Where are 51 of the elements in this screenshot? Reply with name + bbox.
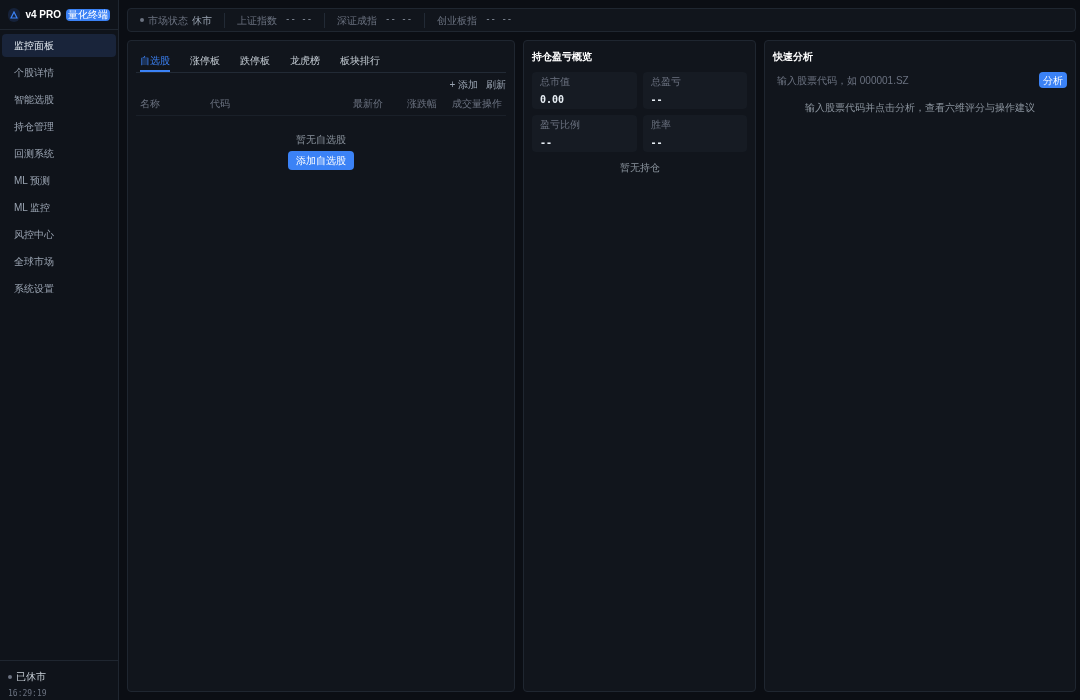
column-header: 代码 — [210, 97, 232, 111]
stat-value: -- — [540, 136, 554, 150]
panel-title: 持仓盈亏概览 — [532, 50, 593, 64]
market-status-label: 市场状态 — [148, 13, 188, 28]
sidebar-item[interactable]: 个股详情 — [2, 61, 116, 84]
column-header: 涨跌幅 — [406, 97, 438, 111]
empty-message: 暂无自选股 — [296, 133, 346, 147]
stat-value: -- — [650, 93, 664, 107]
column-header: 最新价 — [352, 97, 384, 111]
sidebar-item[interactable]: 全球市场 — [2, 250, 116, 273]
add-watchlist-button[interactable]: 添加自选股 — [288, 151, 354, 170]
brand-badge: 量化终端 — [66, 8, 110, 21]
tab[interactable]: 龙虎榜 — [290, 53, 320, 72]
sidebar-item[interactable]: 持仓管理 — [2, 115, 116, 138]
clock-time: 16:29:19 — [8, 688, 48, 700]
index-value: -- -- — [485, 13, 513, 27]
index-label: 上证指数 — [237, 13, 277, 28]
panel-title: 快速分析 — [773, 50, 814, 64]
tab[interactable]: 跌停板 — [240, 53, 270, 72]
brand-name: v4 PRO — [25, 8, 61, 22]
empty-message: 暂无持仓 — [618, 161, 661, 175]
stat-label: 总盈亏 — [650, 76, 682, 88]
stat-label: 胜率 — [650, 119, 672, 131]
stock-code-field[interactable]: 输入股票代码，如 000001.SZ — [773, 72, 1031, 88]
market-closed-label: 已休市 — [16, 670, 46, 684]
tab[interactable]: 自选股 — [140, 53, 170, 72]
sidebar-item[interactable]: 监控面板 — [2, 34, 116, 57]
stat-label: 盈亏比例 — [540, 119, 581, 131]
sidebar-item[interactable]: 风控中心 — [2, 223, 116, 246]
sidebar-item[interactable]: 回测系统 — [2, 142, 116, 165]
column-header: 成交量操作 — [451, 97, 502, 111]
analyze-button[interactable]: 分析 — [1039, 72, 1067, 88]
sidebar-item[interactable]: 智能选股 — [2, 88, 116, 111]
tab[interactable]: 涨停板 — [190, 53, 220, 72]
action-link[interactable]: + 添加 — [449, 77, 478, 92]
action-link[interactable]: 刷新 — [486, 77, 506, 92]
column-header: 名称 — [140, 97, 161, 111]
index-label: 创业板指 — [437, 13, 478, 28]
tab[interactable]: 板块排行 — [340, 53, 380, 72]
index-label: 深证成指 — [337, 13, 378, 28]
index-value: -- -- — [385, 13, 413, 27]
hint-text: 输入股票代码并点击分析，查看六维评分与操作建议 — [804, 101, 1036, 115]
sidebar-item[interactable]: 系统设置 — [2, 277, 116, 300]
stat-value: 0.00 — [540, 93, 566, 107]
logo-icon — [8, 7, 21, 22]
stat-label: 总市值 — [540, 76, 571, 88]
sidebar-item[interactable]: ML 预测 — [2, 169, 116, 192]
stat-value: -- — [650, 136, 664, 150]
market-status-value: 休市 — [192, 13, 212, 28]
index-value: -- -- — [285, 13, 313, 27]
sidebar-item[interactable]: ML 监控 — [2, 196, 116, 219]
